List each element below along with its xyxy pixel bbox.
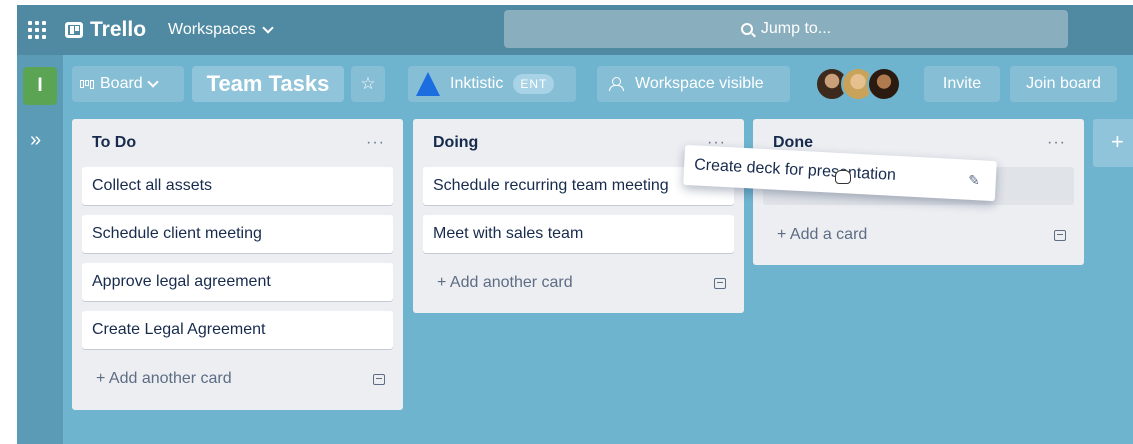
search-input[interactable]: Jump to... <box>504 10 1068 48</box>
atlassian-logo-icon <box>416 72 440 96</box>
card[interactable]: Approve legal agreement <box>82 263 393 301</box>
workspaces-dropdown[interactable]: Workspaces <box>168 21 274 39</box>
list-menu-icon[interactable]: ··· <box>366 134 385 152</box>
add-card-button[interactable]: + Add a card <box>777 226 867 244</box>
board-view-icon <box>80 79 94 89</box>
dragged-card-text: Create deck for presentation <box>693 156 897 184</box>
invite-button[interactable]: Invite <box>924 66 1000 102</box>
add-card-row: + Add another card <box>413 263 744 303</box>
top-nav: Trello Workspaces Jump to... <box>17 5 1133 55</box>
grab-cursor-icon <box>835 170 851 184</box>
organization-button[interactable]: Inktistic ENT <box>408 66 576 102</box>
pencil-icon[interactable]: ✎ <box>968 171 981 189</box>
trello-logo-icon <box>65 22 83 38</box>
board-view-switcher[interactable]: Board <box>72 66 184 102</box>
card-template-icon[interactable] <box>373 373 385 385</box>
star-button[interactable]: ☆ <box>351 66 385 102</box>
workspace-rail: I » <box>17 55 63 444</box>
search-icon <box>740 23 753 35</box>
enterprise-badge: ENT <box>513 74 555 94</box>
card[interactable]: Create Legal Agreement <box>82 311 393 349</box>
trello-app: Trello Workspaces Jump to... I » Board T… <box>17 5 1133 444</box>
card[interactable]: Meet with sales team <box>423 215 734 253</box>
add-card-row: + Add another card <box>72 359 403 399</box>
add-card-button[interactable]: + Add another card <box>96 370 232 388</box>
add-list-button[interactable]: + <box>1093 119 1133 167</box>
board-members <box>815 67 901 101</box>
brand-name: Trello <box>90 18 147 41</box>
join-board-button[interactable]: Join board <box>1010 66 1117 102</box>
card-template-icon[interactable] <box>714 277 726 289</box>
board-title[interactable]: Team Tasks <box>192 66 344 102</box>
chevron-down-icon <box>147 75 159 88</box>
board-view-label: Board <box>100 75 143 92</box>
add-card-row: + Add a card <box>753 215 1084 255</box>
expand-sidebar-icon[interactable]: » <box>30 129 41 152</box>
workspace-avatar[interactable]: I <box>23 67 57 105</box>
list-menu-icon[interactable]: ··· <box>1047 134 1066 152</box>
avatar[interactable] <box>867 67 901 101</box>
list-header: To Do ··· <box>72 119 403 167</box>
list-to-do: To Do ··· Collect all assets Schedule cl… <box>72 119 403 410</box>
add-card-button[interactable]: + Add another card <box>437 274 573 292</box>
list-title[interactable]: Doing <box>433 134 478 152</box>
organization-name: Inktistic <box>450 75 504 92</box>
list-title[interactable]: To Do <box>92 134 136 152</box>
workspaces-label: Workspaces <box>168 21 256 38</box>
visibility-label: Workspace visible <box>635 75 764 92</box>
visibility-button[interactable]: Workspace visible <box>597 66 790 102</box>
card[interactable]: Collect all assets <box>82 167 393 205</box>
trello-logo[interactable]: Trello <box>65 18 146 42</box>
chevron-down-icon <box>262 21 274 34</box>
search-placeholder: Jump to... <box>760 20 832 37</box>
card[interactable]: Schedule client meeting <box>82 215 393 253</box>
card-template-icon[interactable] <box>1054 229 1066 241</box>
star-icon: ☆ <box>360 74 376 93</box>
apps-grid-icon[interactable] <box>27 20 47 40</box>
people-icon <box>609 77 625 91</box>
